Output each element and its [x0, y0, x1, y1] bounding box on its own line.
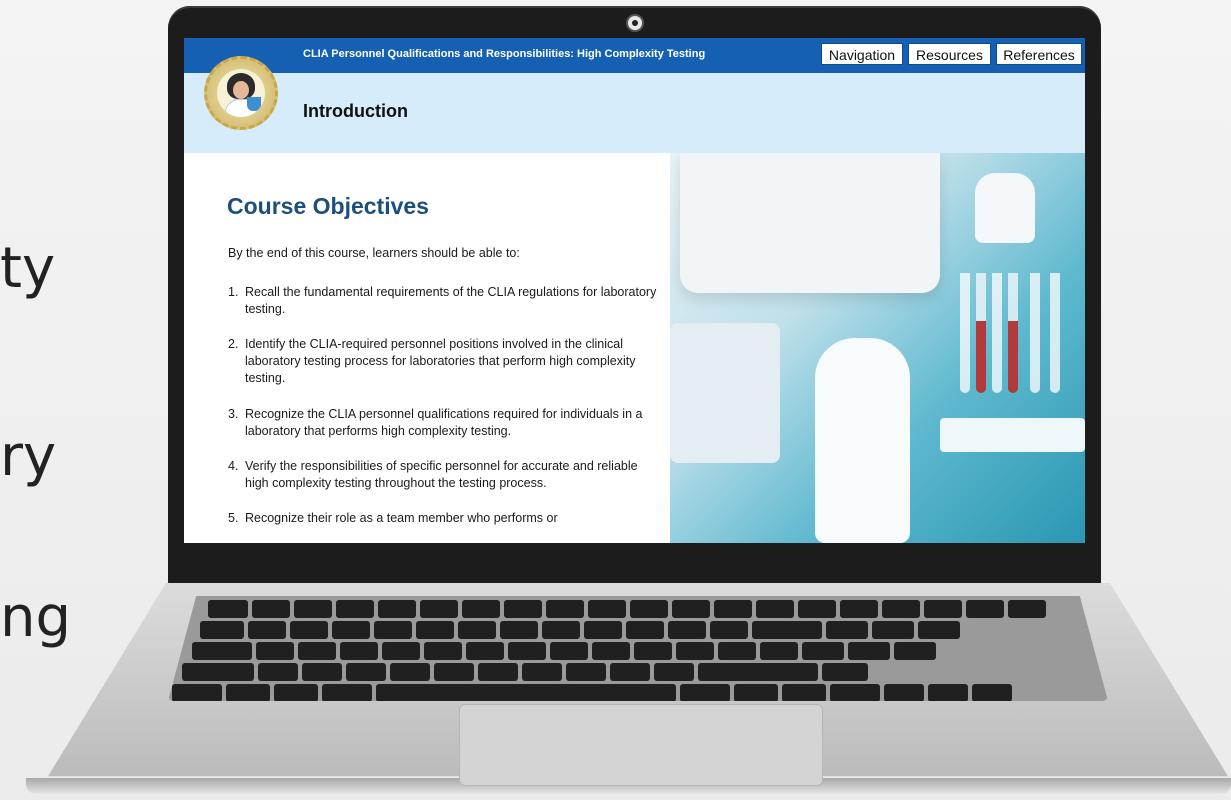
course-header-bar: CLIA Personnel Qualifications and Respon…	[184, 38, 1085, 73]
course-title: CLIA Personnel Qualifications and Respon…	[303, 48, 706, 60]
objective-text: Recognize the CLIA personnel qualificati…	[245, 407, 643, 438]
objective-number: 5.	[228, 511, 239, 525]
objective-text: Recall the fundamental requirements of t…	[245, 285, 657, 316]
objective-item: 3. Recognize the CLIA personnel qualific…	[228, 406, 658, 440]
objective-item: 5. Recognize their role as a team member…	[228, 510, 658, 527]
objective-text: Verify the responsibilities of specific …	[245, 459, 638, 490]
lab-tray-image	[680, 153, 940, 293]
webcam-icon	[626, 14, 644, 32]
navigation-button[interactable]: Navigation	[821, 43, 903, 65]
objective-text: Identify the CLIA-required personnel pos…	[245, 337, 636, 385]
objective-number: 1.	[228, 285, 239, 299]
trackpad	[459, 704, 823, 786]
objective-item: 1. Recall the fundamental requirements o…	[228, 284, 658, 318]
background-text-fragment: ry	[0, 424, 57, 489]
objective-number: 3.	[228, 407, 239, 421]
reagent-bottle-image	[975, 173, 1035, 243]
background-text-fragment: ty	[0, 236, 56, 301]
scientist-avatar-badge	[204, 56, 278, 130]
objective-text: Recognize their role as a team member wh…	[245, 511, 558, 525]
content-area: Course Objectives By the end of this cou…	[184, 153, 1085, 543]
test-tubes-image	[960, 273, 1070, 403]
lab-photo	[670, 153, 1085, 543]
scientist-avatar-icon	[217, 69, 265, 117]
background-text-fragment: ng	[0, 585, 72, 650]
objective-number: 4.	[228, 459, 239, 473]
references-button[interactable]: References	[996, 43, 1082, 65]
intro-text: By the end of this course, learners shou…	[228, 246, 520, 260]
objective-item: 4. Verify the responsibilities of specif…	[228, 458, 658, 492]
course-screen: CLIA Personnel Qualifications and Respon…	[184, 38, 1085, 543]
page-heading: Course Objectives	[227, 193, 429, 219]
gloved-hand-image	[815, 338, 910, 543]
resources-button[interactable]: Resources	[908, 43, 991, 65]
tube-holder-image	[940, 418, 1085, 452]
section-title: Introduction	[303, 101, 408, 121]
objective-item: 2. Identify the CLIA-required personnel …	[228, 336, 658, 387]
objective-number: 2.	[228, 337, 239, 351]
sample-rack-image	[670, 323, 780, 463]
keyboard	[168, 596, 1108, 701]
laptop-lid: CLIA Personnel Qualifications and Respon…	[168, 6, 1101, 586]
